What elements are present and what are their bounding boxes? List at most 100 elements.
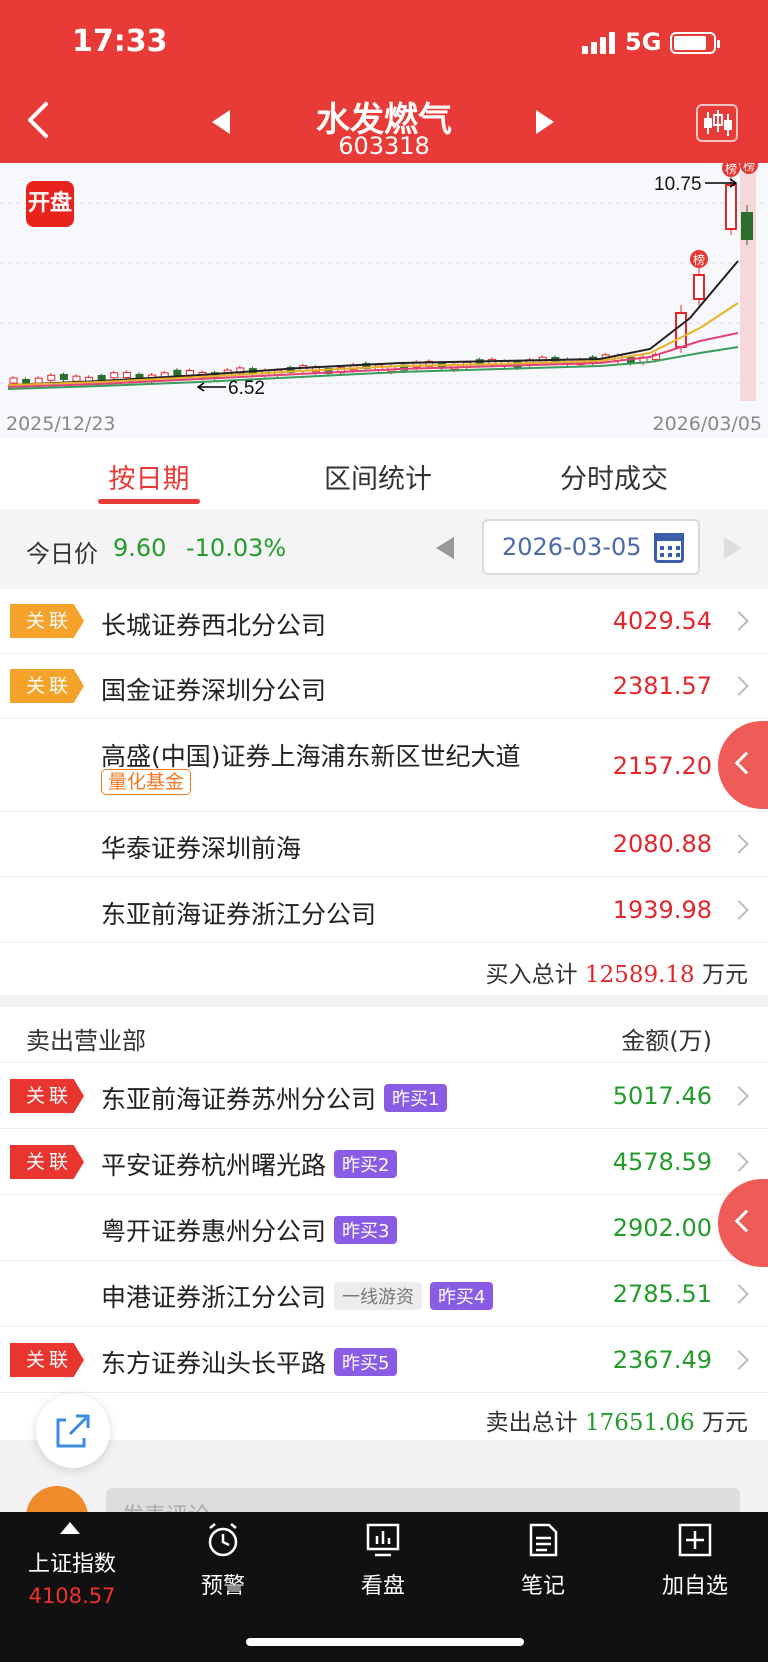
yesterday-buy-badge: 昨买3: [334, 1216, 398, 1244]
tab-bar: 按日期 区间统计 分时成交: [0, 439, 768, 509]
nav-label: 加自选: [661, 1574, 728, 1599]
nav-watch-market[interactable]: 看盘: [338, 1522, 428, 1600]
related-tag[interactable]: 关联: [10, 1145, 84, 1179]
active-tab-indicator: [98, 499, 200, 504]
buy-row[interactable]: 华泰证券深圳前海 2080.88: [0, 812, 768, 877]
buy-total-label: 买入总计: [485, 962, 578, 988]
nav-label: 笔记: [520, 1574, 565, 1599]
date-value: 2026-03-05: [502, 533, 642, 561]
broker-name: 华泰证券深圳前海: [101, 834, 302, 863]
chevron-right-icon: [729, 834, 749, 854]
broker-name: 平安证券杭州曙光路: [101, 1151, 327, 1180]
candlestick-icon: [704, 110, 732, 136]
prev-date-button[interactable]: [436, 537, 454, 559]
kline-chart[interactable]: 10.75 6.52 榜 榜 榜 开盘 2025/12/23 2026/03/0…: [0, 163, 768, 439]
nav-alert[interactable]: 预警: [178, 1522, 268, 1600]
chevron-right-icon: [729, 1152, 749, 1172]
buy-row[interactable]: 东亚前海证券浙江分公司 1939.98: [0, 877, 768, 943]
buy-row[interactable]: 关联 国金证券深圳分公司 2381.57: [0, 654, 768, 719]
candle: [47, 374, 56, 381]
nav-add-watchlist[interactable]: 加自选: [650, 1522, 740, 1600]
buy-row[interactable]: 高盛(中国)证券上海浦东新区世纪大道 量化基金 2157.20: [0, 719, 768, 812]
status-time: 17:33: [72, 24, 168, 59]
home-indicator[interactable]: [246, 1638, 524, 1646]
chart-date-end: 2026/03/05: [652, 413, 762, 435]
current-day-highlight: [740, 173, 756, 401]
candle: [725, 184, 737, 230]
yesterday-buy-badge: 昨买5: [334, 1348, 398, 1376]
related-tag[interactable]: 关联: [10, 1343, 84, 1377]
sell-row[interactable]: 关联 东亚前海证券苏州分公司 昨买1 5017.46: [0, 1063, 768, 1129]
open-market-badge[interactable]: 开盘: [26, 181, 74, 227]
candle: [110, 372, 119, 379]
caret-up-icon: [60, 1522, 80, 1534]
sell-amount: 4578.59: [612, 1148, 712, 1176]
rank-label: 榜: [725, 163, 737, 176]
broker-name: 东亚前海证券浙江分公司: [101, 900, 377, 929]
related-tag[interactable]: 关联: [10, 604, 84, 638]
candle: [741, 212, 753, 240]
candle: [122, 371, 131, 378]
buy-total-value: 12589.18: [584, 962, 695, 988]
chevron-right-icon: [729, 1284, 749, 1304]
buy-amount: 2381.57: [612, 672, 712, 700]
tab-intraday-trades[interactable]: 分时成交: [546, 457, 682, 496]
buy-total-row: 买入总计 12589.18 万元: [0, 943, 768, 995]
sell-row[interactable]: 粤开证券惠州分公司 昨买3 2902.00: [0, 1195, 768, 1261]
date-picker[interactable]: 2026-03-05: [482, 519, 700, 575]
chevron-right-icon: [729, 676, 749, 696]
sell-amount: 5017.46: [612, 1082, 712, 1110]
amount-column-header: 金额(万): [621, 1027, 712, 1055]
buy-row[interactable]: 关联 长城证券西北分公司 4029.54: [0, 589, 768, 654]
sell-amount: 2785.51: [612, 1280, 712, 1308]
candle: [675, 312, 687, 348]
tab-by-date[interactable]: 按日期: [98, 457, 200, 496]
candle: [173, 369, 182, 376]
next-date-button[interactable]: [724, 537, 742, 559]
broker-name: 长城证券西北分公司: [101, 611, 327, 640]
triangle-right-icon: [536, 110, 554, 134]
market-index-button[interactable]: 上证指数 4108.57: [22, 1546, 122, 1608]
index-value: 4108.57: [28, 1584, 116, 1608]
sell-row[interactable]: 关联 平安证券杭州曙光路 昨买2 4578.59: [0, 1129, 768, 1195]
yesterday-buy-badge: 昨买4: [430, 1282, 494, 1310]
yesterday-buy-badge: 昨买1: [384, 1084, 448, 1112]
tab-range-stats[interactable]: 区间统计: [310, 457, 446, 496]
sell-total-value: 17651.06: [584, 1410, 695, 1436]
buy-amount: 2080.88: [612, 830, 712, 858]
candle: [34, 377, 43, 384]
rank-label: 榜: [743, 163, 755, 173]
app-root: 17:33 5G 水发燃气 603318 10.75 6.52 榜 榜 榜 开盘…: [0, 0, 768, 1662]
sell-row[interactable]: 关联 东方证券汕头长平路 昨买5 2367.49: [0, 1327, 768, 1393]
high-label: 10.75: [654, 174, 702, 195]
nav-notes[interactable]: 笔记: [498, 1522, 588, 1600]
related-tag[interactable]: 关联: [10, 669, 84, 703]
sell-total-label: 卖出总计: [485, 1410, 578, 1436]
candle: [9, 377, 18, 384]
monitor-icon: [365, 1522, 401, 1558]
related-tag[interactable]: 关联: [10, 1079, 84, 1113]
sell-amount: 2902.00: [612, 1214, 712, 1242]
signal-icon: [582, 32, 618, 54]
index-name: 上证指数: [27, 1552, 116, 1577]
candle: [97, 374, 106, 381]
nav-label: 预警: [200, 1574, 245, 1599]
buy-amount: 2157.20: [612, 752, 712, 780]
kline-toggle-button[interactable]: [696, 104, 738, 142]
plus-box-icon: [677, 1522, 713, 1558]
broker-name: 东方证券汕头长平路: [101, 1349, 327, 1378]
sell-amount: 2367.49: [612, 1346, 712, 1374]
broker-name: 国金证券深圳分公司: [101, 676, 327, 705]
next-stock-button[interactable]: [536, 110, 554, 134]
yesterday-buy-badge: 昨买2: [334, 1150, 398, 1178]
sell-section-title: 卖出营业部: [26, 1027, 146, 1055]
battery-icon: [670, 32, 720, 54]
sell-section-header: 卖出营业部 金额(万): [0, 1007, 768, 1063]
low-label: 6.52: [228, 378, 265, 399]
buy-amount: 4029.54: [612, 607, 712, 635]
calendar-icon: [654, 533, 684, 563]
share-button[interactable]: [36, 1394, 110, 1468]
chevron-right-icon: [729, 1350, 749, 1370]
network-label: 5G: [625, 28, 662, 56]
sell-row[interactable]: 申港证券浙江分公司 一线游资 昨买4 2785.51: [0, 1261, 768, 1327]
